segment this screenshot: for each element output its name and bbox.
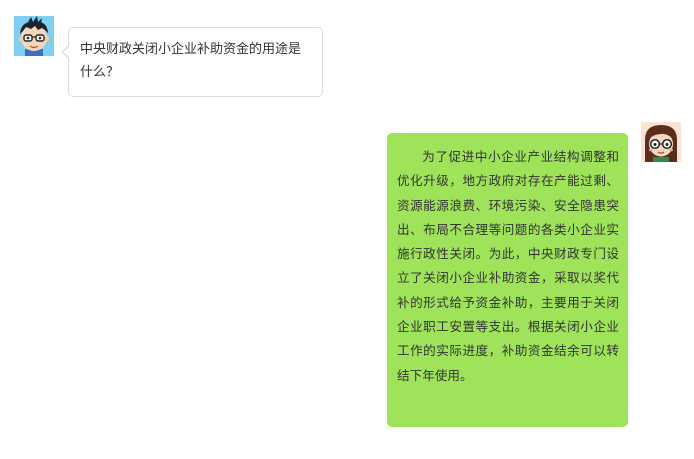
bubble-tail-inner [63, 46, 70, 58]
user-message-text: 中央财政关闭小企业补助资金的用途是什么？ [80, 42, 302, 80]
assistant-message-text: 为了促进中小企业产业结构调整和优化升级，地方政府对存在产能过剩、资源能源浪费、环… [397, 149, 619, 383]
assistant-avatar [641, 122, 681, 162]
user-avatar [14, 16, 54, 56]
girl-glasses-avatar-icon [641, 122, 681, 162]
boy-glasses-avatar-icon [14, 16, 54, 56]
user-message-bubble: 中央财政关闭小企业补助资金的用途是什么？ [61, 27, 323, 97]
assistant-message-bubble: 为了促进中小企业产业结构调整和优化升级，地方政府对存在产能过剩、资源能源浪费、环… [387, 133, 628, 427]
